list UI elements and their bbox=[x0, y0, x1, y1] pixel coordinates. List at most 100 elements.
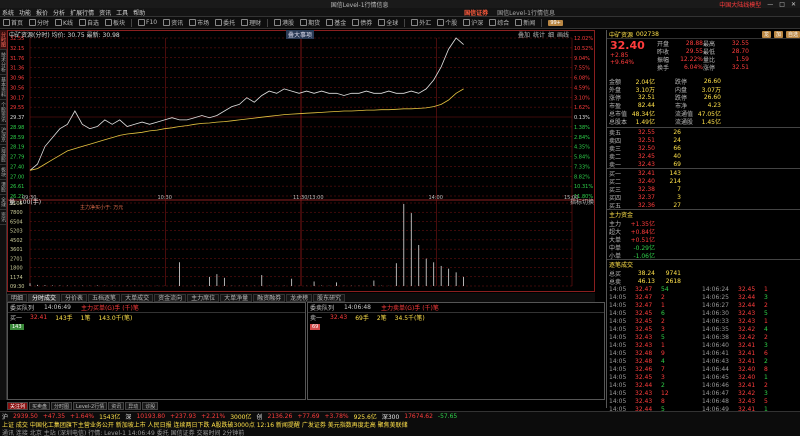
order-book-row[interactable]: 买一 32.41 143 bbox=[607, 169, 800, 178]
toolbar-button-16[interactable]: 个股 bbox=[437, 18, 457, 27]
order-book-row[interactable]: 买五 32.36 27 bbox=[607, 201, 800, 210]
summary-row: 涨停 32.51 跌停 26.60 bbox=[607, 93, 800, 102]
order-book-row[interactable]: 卖四 32.51 24 bbox=[607, 136, 800, 145]
subtab[interactable]: 融资融券 bbox=[253, 293, 286, 302]
order-book-row[interactable]: 买四 32.37 3 bbox=[607, 193, 800, 202]
event-flag[interactable]: 叠大事项 bbox=[286, 30, 315, 39]
toolbar-button-7[interactable]: 市场 bbox=[189, 18, 209, 27]
toolbar-button-13[interactable]: 债券 bbox=[352, 18, 372, 27]
sidebar-tab[interactable]: 沪深京 bbox=[0, 125, 7, 145]
notification-badge[interactable]: 99+ bbox=[548, 19, 563, 26]
toolbar-button-9[interactable]: 理财 bbox=[241, 18, 261, 27]
price-tick-label: 28.59 bbox=[10, 135, 24, 141]
price-change: +2.85 bbox=[610, 52, 629, 59]
tag-add[interactable]: 加 bbox=[773, 30, 783, 38]
sidebar-tab[interactable]: 板块 bbox=[0, 165, 7, 180]
buy-queue-row[interactable]: 买一 32.41 143手 1笔 143.0千(笔) bbox=[8, 312, 305, 322]
tag-watch[interactable]: 自选 bbox=[785, 30, 800, 38]
subtab[interactable]: 股东研究 bbox=[313, 293, 346, 302]
order-book-row[interactable]: 买三 32.38 7 bbox=[607, 185, 800, 194]
menu-extended[interactable]: 扩展行情 bbox=[70, 8, 94, 17]
toolbar-button-12[interactable]: 基金 bbox=[326, 18, 346, 27]
order-book-row[interactable]: 卖五 32.55 26 bbox=[607, 128, 800, 137]
order-book-row[interactable]: 卖二 32.45 40 bbox=[607, 152, 800, 161]
chart-panel[interactable]: 32.55 12.02% 32.15 10.52% 31.76 9.04% 31.36 7.5… bbox=[7, 30, 595, 292]
intraday-chart[interactable]: 32.55 12.02%32.15 10.52%31.76 9.04%31.36 7.5… bbox=[8, 31, 594, 291]
trade-volume: 9 bbox=[661, 349, 665, 357]
bottom-tab[interactable]: 分时图 bbox=[51, 402, 73, 410]
subtab[interactable]: 分时成交 bbox=[28, 293, 61, 302]
sidebar-tab[interactable]: 技术分析 bbox=[0, 50, 7, 75]
ask1-price: 32.43 bbox=[330, 313, 348, 321]
toolbar-button-8[interactable]: 委托 bbox=[215, 18, 235, 27]
toolbar-button-14[interactable]: 全球 bbox=[378, 18, 398, 27]
toolbar-button-0[interactable]: 首页 bbox=[3, 18, 23, 27]
minimize-button[interactable]: — bbox=[767, 1, 773, 8]
news-ticker[interactable]: 上证 成交 中国化工集团旗下主营业务公开 新加坡上市 人民日报 连续两日下跌 A… bbox=[0, 420, 800, 429]
order-book-row[interactable]: 卖一 32.43 69 bbox=[607, 160, 800, 169]
sell-queue-row[interactable]: 卖一 32.43 69手 2笔 34.5千(笔) bbox=[308, 312, 604, 322]
bottom-tab[interactable]: 诊股 bbox=[142, 402, 159, 410]
trade-volume: 4 bbox=[661, 357, 665, 365]
bottom-tab[interactable]: 买卖盘 bbox=[29, 402, 51, 410]
toolbar-button-3[interactable]: 自选 bbox=[78, 18, 99, 27]
chart-tab-stats[interactable]: 统计 bbox=[533, 30, 545, 39]
toolbar-button-15[interactable]: 外汇 bbox=[411, 18, 431, 27]
tag-dragon[interactable]: 龙 bbox=[761, 30, 771, 38]
sidebar-tab[interactable]: 自选股 bbox=[0, 145, 7, 165]
bottom-tab[interactable]: 关注列 bbox=[7, 402, 29, 410]
bottom-tab[interactable]: Level-2行情 bbox=[73, 402, 108, 410]
bottom-tab[interactable]: 资讯 bbox=[108, 402, 125, 410]
data-source: 国信Level-1行情信息 bbox=[497, 9, 555, 17]
toolbar-button-4[interactable]: 板块 bbox=[104, 18, 125, 27]
menu-analysis[interactable]: 分析 bbox=[53, 8, 65, 17]
toolbar-button-19[interactable]: 新闻 bbox=[515, 18, 535, 27]
queue-cell[interactable]: 69 bbox=[310, 324, 321, 330]
menu-quote[interactable]: 报价 bbox=[36, 8, 48, 17]
toolbar-button-6[interactable]: 资讯 bbox=[163, 18, 183, 27]
sidebar-tab[interactable]: 分时图 bbox=[0, 30, 7, 50]
toolbar-button-5[interactable]: F10 bbox=[138, 19, 157, 26]
menu-system[interactable]: 系统 bbox=[2, 8, 14, 17]
subtab[interactable]: 大单成交 bbox=[121, 293, 154, 302]
sidebar-tab[interactable]: 基本资料 bbox=[0, 75, 7, 100]
flow-value: -1.06亿 bbox=[633, 252, 655, 260]
trade-time: 14:05 bbox=[609, 365, 627, 373]
subtab[interactable]: 龙虎榜 bbox=[286, 293, 313, 302]
trade-price: 32.40 bbox=[738, 373, 756, 381]
toolbar-button-2[interactable]: K线 bbox=[55, 18, 73, 27]
sidebar-tab[interactable]: 资讯 bbox=[0, 210, 7, 225]
order-book-row[interactable]: 买二 32.40 214 bbox=[607, 177, 800, 186]
indicator-switch[interactable]: 指标切换 bbox=[570, 197, 594, 206]
subtab[interactable]: 五档逐笔 bbox=[88, 293, 121, 302]
close-button[interactable]: ✕ bbox=[791, 1, 796, 8]
menu-help[interactable]: 帮助 bbox=[133, 8, 145, 17]
sidebar-tab[interactable]: 港股 bbox=[0, 180, 7, 195]
subtab[interactable]: 分价表 bbox=[61, 293, 88, 302]
sidebar-tab[interactable]: 个股资讯 bbox=[0, 100, 7, 125]
subtab[interactable]: 大单净量 bbox=[220, 293, 253, 302]
trade-price: 32.48 bbox=[635, 357, 653, 365]
menu-news[interactable]: 资讯 bbox=[99, 8, 111, 17]
summary-row: 外盘 3.10万 内盘 3.07万 bbox=[607, 85, 800, 94]
toolbar-label: 自选 bbox=[86, 20, 99, 27]
sidebar-tab[interactable]: 全球 bbox=[0, 195, 7, 210]
toolbar-button-11[interactable]: 期货 bbox=[300, 18, 320, 27]
trade-volume: 2 bbox=[764, 381, 768, 389]
menu-tools[interactable]: 工具 bbox=[116, 8, 128, 17]
subtab[interactable]: 主力席位 bbox=[187, 293, 220, 302]
toolbar-button-1[interactable]: 分时 bbox=[29, 18, 49, 27]
toolbar-button-10[interactable]: 港股 bbox=[274, 18, 294, 27]
toolbar-button-17[interactable]: 沪深 bbox=[463, 18, 483, 27]
menu-function[interactable]: 功能 bbox=[19, 8, 31, 17]
chart-tab-overlay[interactable]: 叠加 bbox=[518, 30, 530, 39]
subtab[interactable]: 资金流向 bbox=[154, 293, 187, 302]
bottom-tab[interactable]: 异动 bbox=[125, 402, 142, 410]
chart-tab-detail[interactable]: 细 bbox=[548, 30, 554, 39]
order-book-row[interactable]: 卖三 32.50 66 bbox=[607, 144, 800, 153]
chart-tab-draw[interactable]: 画线 bbox=[557, 30, 569, 39]
toolbar-button-18[interactable]: 综合 bbox=[489, 18, 509, 27]
maximize-button[interactable]: □ bbox=[779, 1, 785, 8]
queue-cell[interactable]: 143 bbox=[10, 324, 24, 330]
subtab[interactable]: 明细 bbox=[7, 293, 28, 302]
